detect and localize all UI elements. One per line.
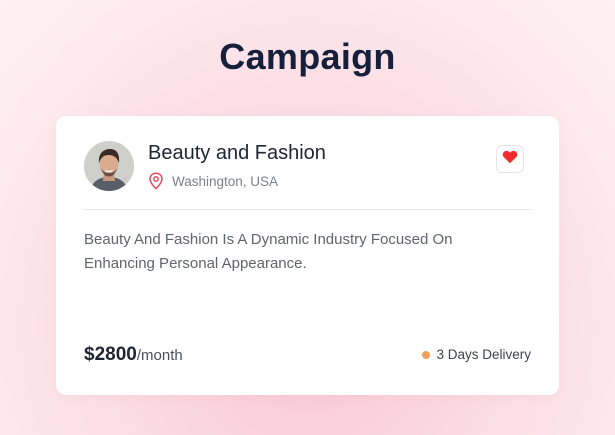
location: Washington, USA (148, 172, 278, 190)
divider (84, 209, 531, 210)
favorite-button[interactable] (496, 145, 524, 173)
price-amount: $2800 (84, 344, 137, 365)
price: $2800/month (84, 344, 183, 366)
avatar (84, 141, 134, 191)
status-dot (422, 350, 431, 359)
heart-icon (502, 150, 518, 169)
delivery-info: 3 Days Delivery (422, 347, 531, 362)
page-title: Campaign (219, 36, 396, 77)
map-pin-icon (148, 172, 164, 190)
delivery-text: 3 Days Delivery (436, 347, 531, 362)
campaign-card[interactable]: Beauty and Fashion Washington, USA Beaut… (56, 116, 559, 395)
campaign-description: Beauty And Fashion Is A Dynamic Industry… (84, 231, 453, 272)
campaign-title[interactable]: Beauty and Fashion (148, 142, 326, 165)
location-text: Washington, USA (172, 173, 279, 189)
price-unit: /month (136, 347, 183, 364)
